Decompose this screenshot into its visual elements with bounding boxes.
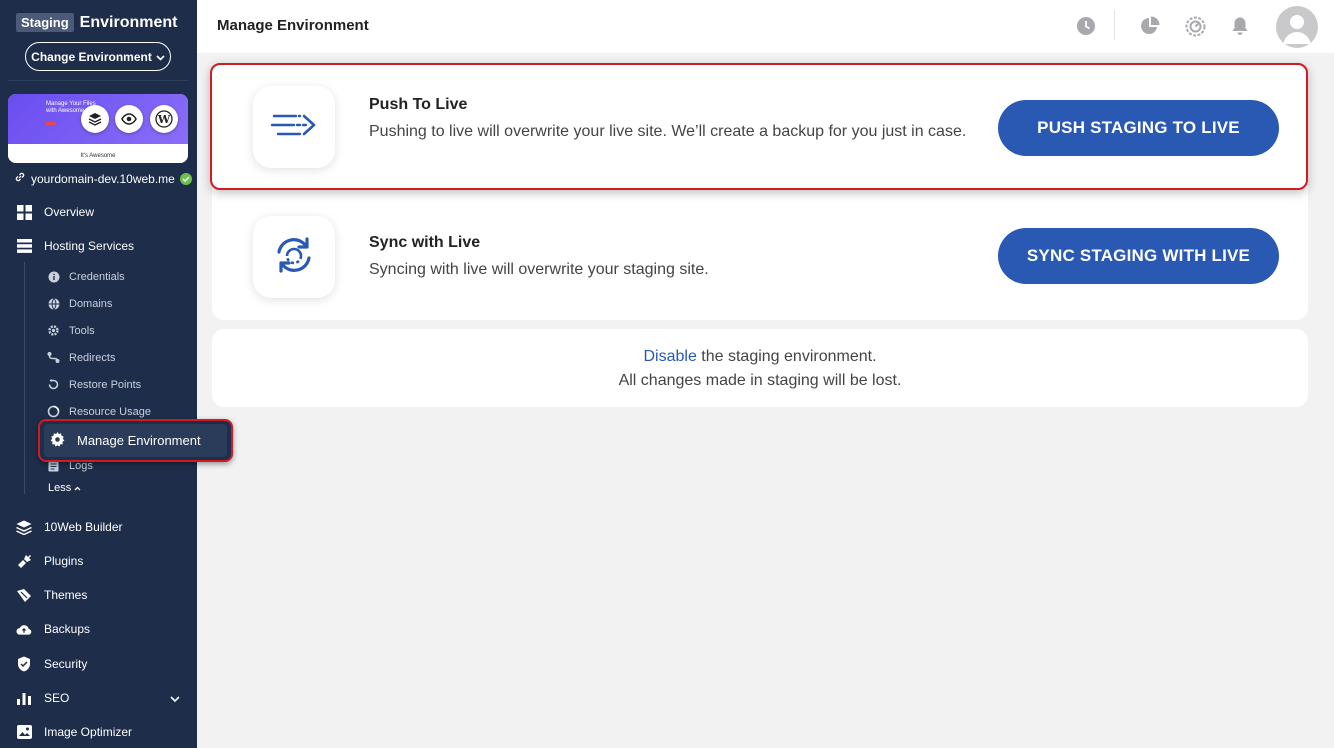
less-toggle[interactable]: Less xyxy=(48,482,81,494)
gear-icon xyxy=(47,324,60,337)
disable-line-1-rest: the staging environment. xyxy=(696,348,877,365)
chevron-down-icon xyxy=(156,50,165,64)
disable-staging-card: Disable the staging environment. All cha… xyxy=(212,329,1308,407)
sync-staging-with-live-button[interactable]: SYNC STAGING WITH LIVE xyxy=(998,228,1279,284)
less-label: Less xyxy=(48,482,72,494)
wordpress-icon[interactable]: W xyxy=(150,105,178,133)
pie-icon[interactable] xyxy=(1139,15,1161,37)
top-bar: Manage Environment xyxy=(197,0,1334,53)
usage-icon xyxy=(47,405,60,418)
change-environment-label: Change Environment xyxy=(31,49,152,64)
link-icon xyxy=(14,171,26,186)
env-title: Environment xyxy=(79,13,178,31)
avatar[interactable] xyxy=(1276,6,1318,48)
nav-hosting-services[interactable]: Hosting Services xyxy=(16,238,134,254)
sidebar-divider xyxy=(8,80,188,81)
environment-header: Staging Environment xyxy=(16,13,177,32)
layers-icon[interactable] xyxy=(81,105,109,133)
domain-label: yourdomain-dev.10web.me xyxy=(31,171,175,186)
env-badge: Staging xyxy=(16,13,74,32)
image-icon xyxy=(16,724,32,740)
layers-icon xyxy=(16,519,32,535)
nav-seo[interactable]: SEO xyxy=(16,690,69,706)
sub-credentials-label: Credentials xyxy=(69,270,125,283)
sub-restore-label: Restore Points xyxy=(69,378,142,391)
sync-description: Syncing with live will overwrite your st… xyxy=(369,261,709,278)
push-icon-box xyxy=(253,86,335,168)
sub-manage-environment[interactable]: Manage Environment xyxy=(38,419,233,462)
nav-seo-label: SEO xyxy=(44,691,70,705)
sub-redirects-label: Redirects xyxy=(69,351,116,364)
change-environment-button[interactable]: Change Environment xyxy=(25,42,171,71)
server-icon xyxy=(16,238,32,254)
sync-icon-box xyxy=(253,216,335,298)
plug-icon xyxy=(16,553,32,569)
gear-icon xyxy=(50,431,65,450)
cloud-icon xyxy=(16,621,32,637)
push-title: Push To Live xyxy=(369,96,468,113)
svg-text:W: W xyxy=(157,113,171,126)
sub-tools-label: Tools xyxy=(69,324,95,337)
eye-icon[interactable] xyxy=(115,105,143,133)
grid-icon xyxy=(16,204,32,220)
restore-icon xyxy=(47,378,60,391)
push-staging-to-live-button[interactable]: PUSH STAGING TO LIVE xyxy=(998,100,1279,156)
speed-icon[interactable] xyxy=(1184,15,1206,37)
nav-security[interactable]: Security xyxy=(16,656,87,672)
shield-icon xyxy=(16,656,32,672)
nav-backups[interactable]: Backups xyxy=(16,621,90,637)
chart-icon xyxy=(16,690,32,706)
sync-title: Sync with Live xyxy=(369,234,481,251)
sync-icon xyxy=(271,232,317,283)
push-icon xyxy=(270,112,318,143)
sub-credentials[interactable]: Credentials xyxy=(47,270,125,283)
nav-themes-label: Themes xyxy=(44,588,88,602)
nav-10web-builder[interactable]: 10Web Builder xyxy=(16,519,123,535)
nav-image-optimizer-label: Image Optimizer xyxy=(44,725,133,739)
sub-domains[interactable]: Domains xyxy=(47,297,112,310)
sub-redirects[interactable]: Redirects xyxy=(47,351,115,364)
sub-tools[interactable]: Tools xyxy=(47,324,95,337)
disable-line-2: All changes made in staging will be lost… xyxy=(618,372,902,389)
bell-icon[interactable] xyxy=(1229,15,1251,37)
sub-restore-points[interactable]: Restore Points xyxy=(47,378,141,391)
sub-resource-label: Resource Usage xyxy=(69,405,151,418)
sidebar: Staging Environment Change Environment M… xyxy=(0,0,197,748)
clock-icon[interactable] xyxy=(1075,15,1097,37)
disable-link[interactable]: Disable xyxy=(643,348,696,365)
disable-line-1: Disable the staging environment. xyxy=(212,345,1308,369)
chevron-up-icon xyxy=(74,482,81,494)
nav-hosting-label: Hosting Services xyxy=(44,239,135,253)
nav-backups-label: Backups xyxy=(44,622,91,636)
globe-icon xyxy=(47,297,60,310)
nav-builder-label: 10Web Builder xyxy=(44,520,123,534)
chevron-down-icon[interactable] xyxy=(170,690,180,708)
manage-environment-active: Manage Environment xyxy=(44,424,227,457)
nav-security-label: Security xyxy=(44,657,88,671)
nav-themes[interactable]: Themes xyxy=(16,587,87,603)
nav-plugins-label: Plugins xyxy=(44,554,84,568)
thumbnail-footer: It's Awesome xyxy=(8,144,188,163)
page-title: Manage Environment xyxy=(217,17,369,34)
manage-environment-label: Manage Environment xyxy=(77,433,201,448)
brush-icon xyxy=(16,587,32,603)
nav-overview[interactable]: Overview xyxy=(16,204,94,220)
nav-overview-label: Overview xyxy=(44,205,95,219)
sub-domains-label: Domains xyxy=(69,297,113,310)
push-description: Pushing to live will overwrite your live… xyxy=(369,123,967,140)
site-thumbnail[interactable]: Manage Your Files with Awesome It's Awes… xyxy=(8,94,188,163)
domain-row[interactable]: yourdomain-dev.10web.me xyxy=(14,171,192,186)
check-icon xyxy=(179,172,192,185)
push-to-live-card: Push To Live Pushing to live will overwr… xyxy=(210,63,1308,190)
redirect-icon xyxy=(47,351,60,364)
thumbnail-accent xyxy=(46,122,56,125)
topbar-divider xyxy=(1114,10,1115,40)
nav-plugins[interactable]: Plugins xyxy=(16,553,83,569)
nav-image-optimizer[interactable]: Image Optimizer xyxy=(16,724,132,740)
sub-resource-usage[interactable]: Resource Usage xyxy=(47,405,151,418)
submenu-line xyxy=(24,262,25,494)
info-icon xyxy=(47,270,60,283)
